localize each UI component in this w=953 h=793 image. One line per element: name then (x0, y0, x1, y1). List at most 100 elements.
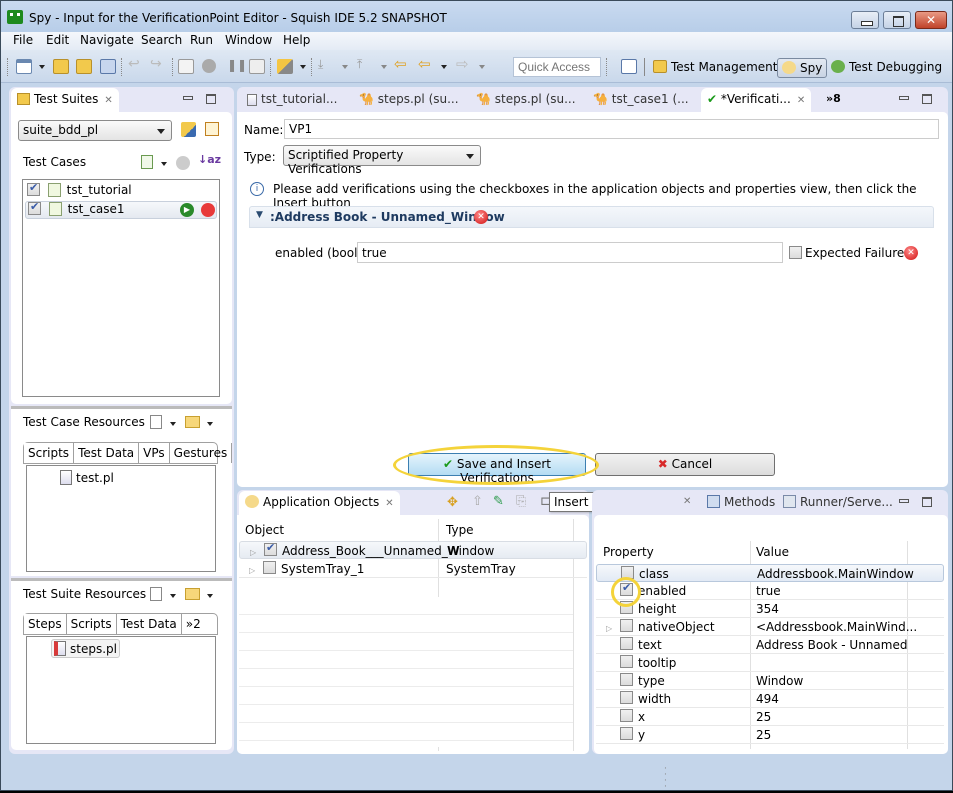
run-disabled-icon[interactable] (176, 156, 190, 170)
redo-icon[interactable]: ↪ (150, 56, 166, 72)
new-folder-dropdown-icon[interactable] (207, 422, 213, 426)
property-checkbox[interactable] (620, 709, 633, 723)
forward-icon[interactable]: ⇨ (456, 55, 472, 73)
column-header-property[interactable]: Property (603, 545, 654, 559)
save-and-insert-button[interactable]: ✔ Save and Insert Verifications (408, 453, 586, 485)
maximize-view-icon[interactable] (922, 94, 932, 104)
highlight-object-icon[interactable]: ✥ (447, 495, 458, 510)
new-script-dropdown-icon[interactable] (170, 594, 176, 598)
new-folder-icon[interactable] (185, 588, 200, 600)
edit-suite-settings-icon[interactable] (181, 122, 196, 137)
new-folder-dropdown-icon[interactable] (207, 594, 213, 598)
tree-expand-icon[interactable]: ▷ (250, 544, 262, 558)
property-checkbox[interactable] (620, 691, 633, 705)
new-script-icon[interactable] (150, 415, 162, 429)
new-script-icon[interactable] (150, 587, 162, 601)
file-item[interactable]: test.pl (60, 470, 114, 485)
tabs-overflow-button[interactable]: »2 (182, 614, 205, 634)
tree-expand-icon[interactable]: ▷ (249, 562, 261, 576)
editor-tabs-overflow-button[interactable]: »8 (826, 92, 841, 105)
suite-selector[interactable]: suite_bdd_pl (18, 120, 172, 141)
editor-tab-active[interactable]: ✔ *Verificati... ✕ (701, 88, 812, 112)
property-row-selected[interactable]: class Addressbook.MainWindow (596, 564, 944, 582)
record-snippet-icon[interactable] (178, 59, 194, 74)
property-checkbox[interactable] (620, 601, 633, 615)
maximize-view-icon[interactable] (922, 497, 932, 507)
file-item[interactable]: steps.pl (51, 639, 120, 658)
collapse-icon[interactable]: ▼ (256, 210, 263, 220)
quick-access-input[interactable] (513, 57, 601, 77)
property-row[interactable]: width 494 (596, 690, 944, 708)
name-input[interactable] (284, 119, 939, 139)
windows-icon[interactable] (249, 59, 265, 74)
property-checkbox[interactable] (621, 566, 634, 580)
menu-navigate[interactable]: Navigate (80, 33, 134, 47)
pick-dropdown-icon[interactable] (300, 65, 306, 69)
type-select[interactable]: Scriptified Property Verifications (283, 145, 481, 176)
go-to-parent-icon[interactable]: ⇧ (472, 494, 483, 509)
maximize-view-icon[interactable] (206, 94, 216, 104)
expected-failure-checkbox[interactable] (789, 246, 802, 259)
property-row[interactable]: type Window (596, 672, 944, 690)
step-into-icon[interactable]: ⤓ (318, 57, 334, 72)
back-dropdown-icon[interactable] (441, 65, 447, 69)
tab-test-suites[interactable]: Test Suites ✕ (11, 88, 119, 112)
perspective-spy[interactable]: Spy (777, 58, 828, 78)
menu-edit[interactable]: Edit (46, 33, 69, 47)
property-row[interactable]: height 354 (596, 600, 944, 618)
tab-scripts[interactable]: Scripts (67, 614, 117, 634)
tab-scripts[interactable]: Scripts (24, 443, 75, 463)
open-perspective-icon[interactable] (621, 59, 637, 74)
forward-dropdown-icon[interactable] (479, 65, 485, 69)
menu-search[interactable]: Search (141, 33, 182, 47)
tab-gestures[interactable]: Gestures (170, 443, 233, 463)
property-checkbox[interactable] (620, 637, 633, 651)
new-window-icon[interactable] (16, 59, 32, 74)
test-case-item-selected[interactable]: tst_case1 ▶ (25, 200, 217, 219)
new-test-case-dropdown-icon[interactable] (161, 162, 167, 166)
object-checkbox[interactable] (263, 561, 276, 575)
undo-icon[interactable]: ↩ (128, 56, 144, 72)
new-test-case-icon[interactable] (141, 155, 153, 169)
property-row[interactable]: tooltip (596, 654, 944, 672)
suite-layout-icon[interactable] (205, 122, 219, 136)
close-tab-icon[interactable]: ✕ (683, 496, 691, 507)
tab-application-objects[interactable]: Application Objects ✕ (239, 491, 400, 515)
close-tab-icon[interactable]: ✕ (797, 95, 805, 106)
new-dropdown-icon[interactable] (39, 65, 45, 69)
remove-section-icon[interactable]: ✕ (474, 210, 488, 224)
column-header-value[interactable]: Value (756, 545, 789, 559)
menu-file[interactable]: File (13, 33, 33, 47)
record-icon[interactable] (202, 59, 216, 73)
tab-runner-server[interactable]: Runner/Serve... (777, 491, 899, 515)
menu-window[interactable]: Window (225, 33, 272, 47)
property-row[interactable]: x 25 (596, 708, 944, 726)
test-case-checkbox[interactable] (27, 181, 40, 196)
object-checkbox[interactable] (264, 541, 277, 557)
property-value-input[interactable] (357, 242, 783, 263)
object-row[interactable]: ▷ SystemTray_1 SystemTray (239, 560, 587, 578)
minimize-view-icon[interactable] (899, 96, 909, 100)
last-edit-icon[interactable]: ⇦ (394, 55, 410, 73)
step-dropdown-icon[interactable] (342, 65, 348, 69)
perspective-test-management[interactable]: Test Management (649, 58, 782, 78)
property-row[interactable]: text Address Book - Unnamed (596, 636, 944, 654)
tab-vps[interactable]: VPs (139, 443, 170, 463)
minimize-view-icon[interactable] (183, 96, 193, 100)
property-checkbox[interactable] (620, 673, 633, 687)
column-header-type[interactable]: Type (446, 523, 474, 537)
new-folder-icon[interactable] (185, 416, 200, 428)
tab-test-data[interactable]: Test Data (117, 614, 182, 634)
tab-test-data[interactable]: Test Data (74, 443, 140, 463)
property-checkbox[interactable] (620, 619, 633, 633)
open-test-suite-icon[interactable] (76, 59, 92, 74)
property-checkbox[interactable] (620, 581, 633, 597)
back-icon[interactable]: ⇦ (418, 55, 434, 73)
new-script-dropdown-icon[interactable] (170, 422, 176, 426)
close-tab-icon[interactable]: ✕ (385, 498, 393, 509)
menu-help[interactable]: Help (283, 33, 310, 47)
close-tab-icon[interactable]: ✕ (104, 95, 112, 106)
sort-az-icon[interactable]: ↓az (198, 153, 221, 166)
close-button[interactable]: ✕ (915, 11, 947, 29)
cancel-button[interactable]: ✖ Cancel (595, 453, 775, 476)
